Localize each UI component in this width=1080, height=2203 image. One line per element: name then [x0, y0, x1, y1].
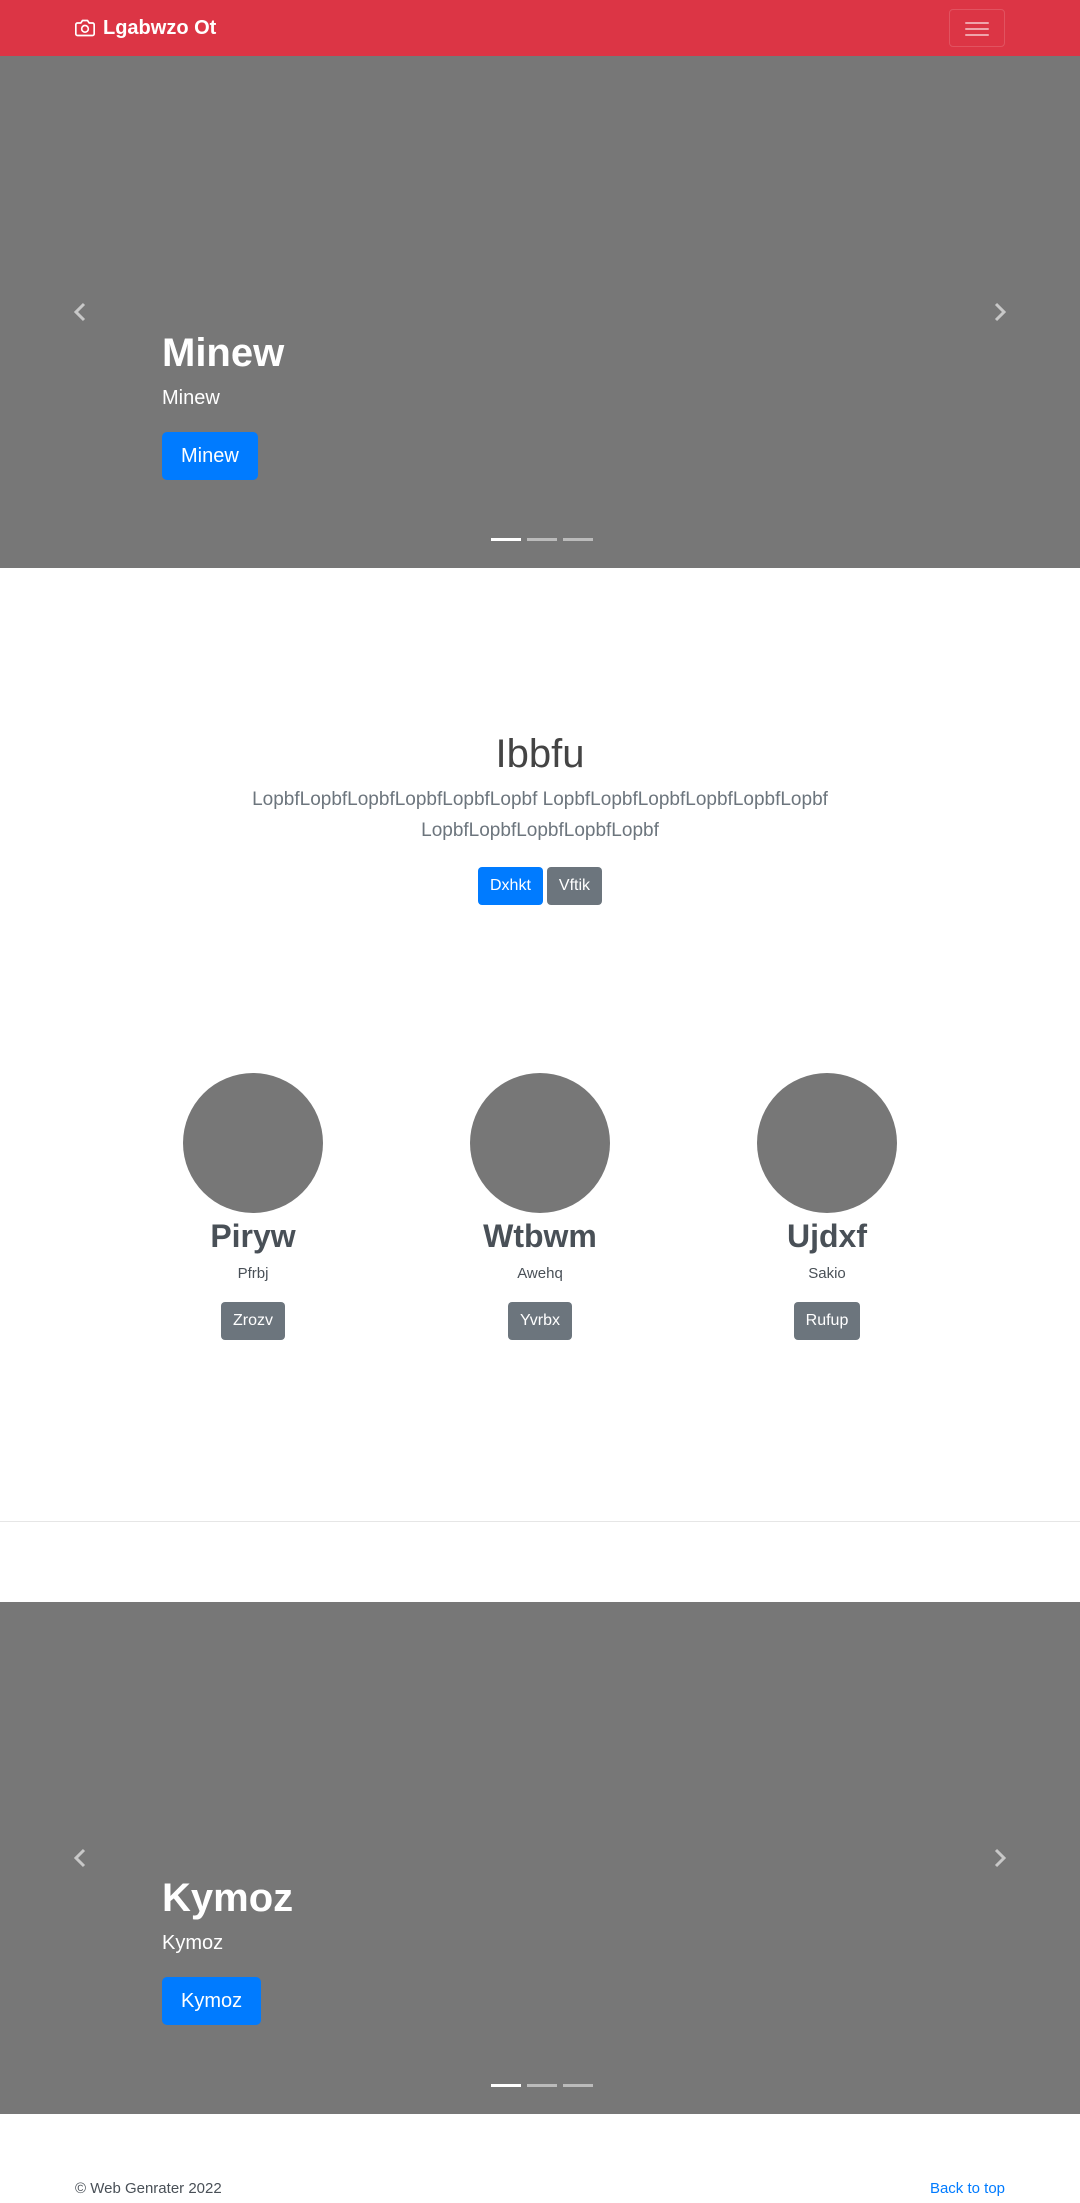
jumbotron-lead: LopbfLopbfLopbfLopbfLopbfLopbf LopbfLopb… — [252, 789, 828, 841]
carousel-indicator-3[interactable] — [563, 538, 593, 541]
carousel-indicator-2[interactable] — [527, 538, 557, 541]
navbar-toggler-button[interactable] — [949, 9, 1005, 47]
feature-image-placeholder — [183, 1073, 323, 1213]
chevron-left-icon[interactable] — [69, 1846, 93, 1870]
feature-column: Piryw Pfrbj Zrozv — [133, 1073, 373, 1340]
carousel-indicators — [488, 2084, 596, 2087]
slide-cta-button[interactable]: Kymoz — [162, 1977, 262, 2025]
chevron-left-icon[interactable] — [69, 300, 93, 324]
section-divider — [0, 1521, 1080, 1522]
feature-button[interactable]: Zrozv — [221, 1302, 285, 1340]
primary-button[interactable]: Dxhkt — [477, 867, 543, 905]
camera-icon — [75, 19, 95, 37]
chevron-right-icon[interactable] — [987, 1846, 1011, 1870]
slide-cta-button[interactable]: Minew — [162, 432, 258, 480]
feature-button[interactable]: Rufup — [793, 1302, 861, 1340]
jumbotron-title: Ibbfu — [495, 732, 585, 776]
navbar-brand[interactable]: Lgabwzo Ot — [75, 14, 216, 42]
feature-text: Sakio — [808, 1265, 846, 1282]
footer-copyright: © Web Genrater 2022 — [75, 2180, 222, 2197]
feature-text: Pfrbj — [237, 1265, 269, 1282]
carousel-indicators — [488, 538, 596, 541]
feature-title: Wtbwm — [483, 1218, 597, 1254]
slide-title: Kymoz — [162, 1876, 294, 1920]
secondary-button[interactable]: Vftik — [546, 867, 603, 905]
jumbotron-buttons: Dxhkt Vftik — [0, 867, 1080, 905]
carousel-indicator-1[interactable] — [491, 2084, 521, 2087]
chevron-right-icon[interactable] — [987, 300, 1011, 324]
slide-subtitle: Kymoz — [162, 1932, 224, 1954]
carousel-indicator-3[interactable] — [563, 2084, 593, 2087]
feature-column: Ujdxf Sakio Rufup — [707, 1073, 947, 1340]
feature-title: Ujdxf — [787, 1218, 867, 1254]
feature-button[interactable]: Yvrbx — [507, 1302, 572, 1340]
back-to-top-link[interactable]: Back to top — [930, 2178, 1005, 2200]
footer: © Web Genrater 2022 Back to top — [0, 2178, 1080, 2200]
feature-image-placeholder — [757, 1073, 897, 1213]
feature-image-placeholder — [470, 1073, 610, 1213]
slide-title: Minew — [162, 331, 285, 375]
carousel-indicator-1[interactable] — [491, 538, 521, 541]
secondary-carousel: Kymoz Kymoz Kymoz — [0, 1602, 1080, 2114]
carousel-indicator-2[interactable] — [527, 2084, 557, 2087]
hero-carousel: Minew Minew Minew — [0, 56, 1080, 568]
slide-subtitle: Minew — [162, 387, 220, 409]
brand-label: Lgabwzo Ot — [103, 17, 217, 39]
feature-column: Wtbwm Awehq Yvrbx — [420, 1073, 660, 1340]
feature-text: Awehq — [517, 1265, 563, 1282]
feature-title: Piryw — [210, 1218, 296, 1254]
navbar: Lgabwzo Ot — [0, 0, 1080, 56]
